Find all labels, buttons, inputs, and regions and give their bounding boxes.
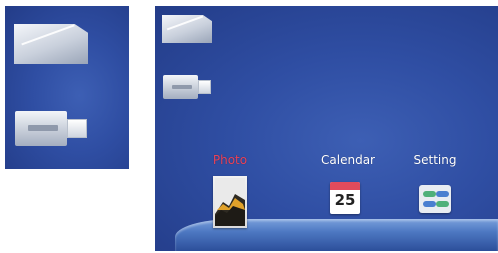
settings-icon[interactable]: [419, 185, 451, 213]
usb-drive-icon[interactable]: [15, 111, 87, 146]
menu-label-setting[interactable]: Setting: [395, 153, 475, 167]
storage-detail-panel: [5, 6, 129, 169]
sd-card-gloss: [21, 24, 75, 46]
sd-card-gloss: [166, 15, 203, 31]
calendar-day-number: 25: [334, 191, 356, 209]
photo-icon[interactable]: [213, 176, 247, 228]
calendar-header-bar: [330, 182, 360, 190]
settings-toggle-bottom-right: [436, 201, 449, 207]
settings-toggle-top-right: [436, 191, 449, 197]
usb-drive-plug: [66, 118, 87, 139]
usb-drive-slot: [171, 84, 192, 89]
settings-toggle-top: [423, 191, 436, 197]
usb-drive-icon[interactable]: [163, 75, 211, 99]
usb-drive-plug: [197, 80, 211, 94]
sd-card-icon[interactable]: [162, 15, 212, 43]
main-menu-screen: Photo Calendar Setting 25: [155, 6, 498, 251]
menu-label-photo[interactable]: Photo: [190, 153, 270, 167]
menu-label-calendar[interactable]: Calendar: [308, 153, 388, 167]
calendar-icon[interactable]: 25: [330, 182, 360, 214]
usb-drive-slot: [27, 125, 59, 132]
settings-toggle-bottom: [423, 201, 436, 207]
sd-card-icon[interactable]: [14, 24, 88, 64]
photo-icon-image: [215, 178, 245, 226]
